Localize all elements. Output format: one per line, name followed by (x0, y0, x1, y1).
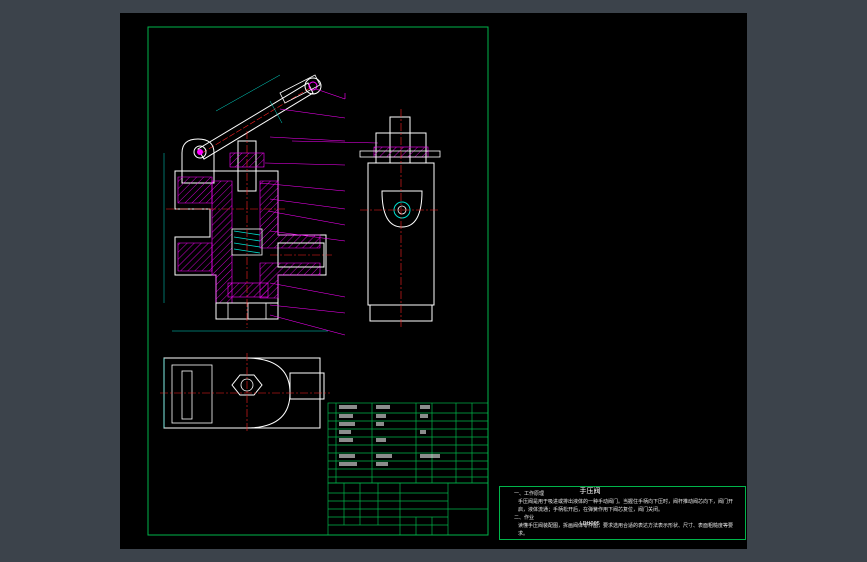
top-view (160, 353, 330, 433)
side-view (359, 109, 441, 329)
technical-notes: 一、工作原理 手压阀是用于吸进或排出液体的一种手动阀门。当握住手柄向下压时，阀杆… (499, 486, 746, 540)
notes-heading-2: 二、作业 (514, 515, 535, 521)
notes-body-2: 读懂手压阀装配图，拆画阀体零件图，要求选用合适的表达方法表示形状、尺寸、表面粗糙… (518, 523, 734, 537)
title-block (327, 482, 489, 536)
notes-heading-1: 一、工作原理 (514, 491, 545, 497)
assembly-drawing (147, 26, 489, 536)
front-section-view (163, 74, 332, 332)
drawing-canvas: 手压阀 LDH005 (120, 13, 747, 549)
notes-body-1: 手压阀是用于吸进或排出液体的一种手动阀门。当握住手柄向下压时，阀杆推动阀芯向下，… (518, 499, 734, 513)
parts-list-entries (339, 405, 440, 466)
inner-frame (147, 26, 489, 536)
